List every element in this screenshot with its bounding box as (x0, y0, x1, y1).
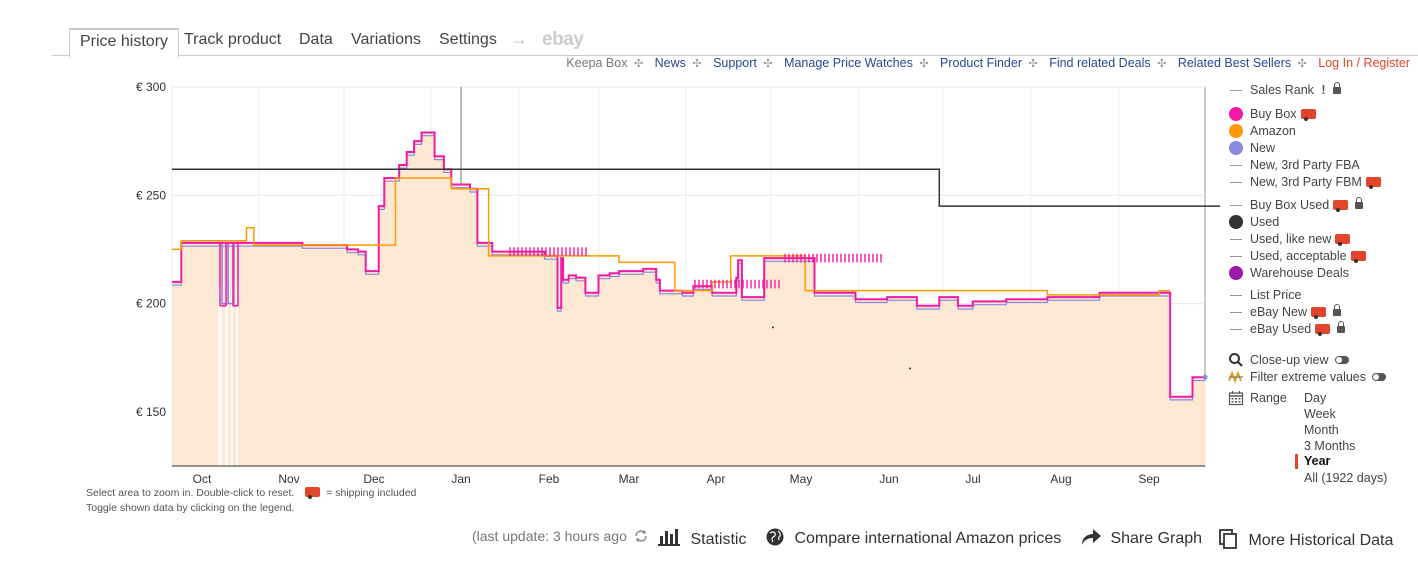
separator-icon: ✣ (1297, 58, 1307, 70)
arrow-right-icon: → (510, 29, 528, 49)
x-tick-label: Feb (539, 472, 560, 486)
copy-pages-icon (1219, 529, 1237, 549)
separator-icon: ✣ (1157, 58, 1167, 70)
more-historical-data-button[interactable]: More Historical Data (1218, 528, 1393, 550)
bar-chart-icon (658, 529, 680, 546)
lock-icon (1355, 197, 1364, 209)
range-3-months[interactable]: 3 Months (1304, 439, 1355, 453)
tab-variations[interactable]: Variations (351, 31, 421, 49)
range-week[interactable]: Week (1304, 407, 1336, 421)
shipping-truck-icon (1300, 109, 1316, 121)
shipping-truck-icon (305, 487, 321, 499)
y-tick-label: € 200 (136, 297, 166, 311)
x-tick-label: Jan (451, 472, 470, 486)
shipping-truck-icon (1350, 251, 1366, 263)
legend-hint: Toggle shown data by clicking on the leg… (86, 502, 295, 514)
sales-rank-icon: ! (1321, 83, 1326, 97)
support-link[interactable]: Support (713, 56, 757, 70)
data-gap (231, 286, 233, 466)
tab-data[interactable]: Data (299, 31, 333, 49)
range-year[interactable]: Year (1304, 454, 1330, 468)
toggle-icon (1372, 373, 1387, 381)
magnifier-icon (1228, 352, 1244, 368)
tab-price-history[interactable]: Price history (69, 28, 180, 58)
range-day[interactable]: Day (1304, 391, 1326, 405)
product-finder-link[interactable]: Product Finder (940, 56, 1022, 70)
shipping-truck-icon (1333, 200, 1349, 212)
separator-icon: ✣ (919, 58, 929, 70)
shipping-truck-icon (1365, 177, 1381, 189)
x-tick-label: Apr (707, 472, 726, 486)
shipping-truck-icon (1310, 307, 1326, 319)
x-tick-label: Nov (278, 472, 299, 486)
data-gap (218, 286, 222, 466)
price-history-chart[interactable]: Oct Nov Dec Jan Feb Mar Apr May Jun Jul Aug Sep € 30… (0, 80, 1220, 490)
share-arrow-icon (1082, 529, 1101, 545)
login-register-link[interactable]: Log In / Register (1318, 56, 1410, 70)
compare-prices-button[interactable]: Compare international Amazon prices (766, 528, 1061, 548)
tab-track-product[interactable]: Track product (184, 31, 281, 49)
x-tick-label: Aug (1050, 472, 1071, 486)
globe-icon (766, 528, 784, 546)
toggle-icon (1334, 356, 1349, 364)
lock-icon (1332, 82, 1341, 94)
lock-icon (1337, 321, 1346, 333)
shipping-truck-icon (1335, 234, 1351, 246)
separator-icon: ✣ (633, 58, 644, 70)
manage-price-watches-link[interactable]: Manage Price Watches (784, 56, 913, 70)
data-gap (225, 286, 228, 466)
calendar-icon (1228, 390, 1244, 406)
y-tick-label: € 150 (136, 405, 166, 419)
tab-bar: Price history Track product Data Variati… (52, 28, 1418, 58)
last-point-dot (1202, 374, 1208, 380)
statistic-button[interactable]: Statistic (658, 528, 746, 549)
x-tick-label: Oct (193, 472, 212, 486)
y-tick-label: € 250 (136, 188, 166, 202)
x-tick-label: Sep (1138, 472, 1160, 486)
separator-icon: ✣ (1028, 58, 1038, 70)
zoom-hint: Select area to zoom in. Double-click to … (86, 487, 417, 499)
find-related-deals-link[interactable]: Find related Deals (1049, 56, 1150, 70)
refresh-icon[interactable] (633, 529, 649, 543)
x-tick-label: Jun (879, 472, 898, 486)
range-selected-marker (1295, 454, 1298, 469)
last-update: (last update: 3 hours ago (472, 528, 649, 546)
y-tick-label: € 300 (136, 80, 166, 94)
x-tick-label: Mar (619, 472, 640, 486)
related-best-sellers-link[interactable]: Related Best Sellers (1178, 56, 1291, 70)
share-graph-button[interactable]: Share Graph (1080, 528, 1202, 548)
separator-icon: ✣ (692, 58, 702, 70)
tab-settings[interactable]: Settings (439, 31, 497, 49)
top-links: Keepa Box ✣ News ✣ Support ✣ Manage Pric… (563, 56, 1410, 70)
x-tick-label: May (790, 472, 813, 486)
x-tick-label: Dec (363, 472, 384, 486)
x-tick-label: Jul (965, 472, 980, 486)
isolated-point (909, 367, 911, 370)
data-gap (236, 286, 238, 466)
range-month[interactable]: Month (1304, 423, 1339, 437)
isolated-point (772, 326, 774, 329)
keepa-box-link[interactable]: Keepa Box (566, 56, 627, 70)
filter-wave-icon (1228, 369, 1244, 385)
news-link[interactable]: News (655, 56, 686, 70)
separator-icon: ✣ (763, 58, 773, 70)
lock-icon (1332, 304, 1341, 316)
shipping-truck-icon (1315, 324, 1331, 336)
ebay-logo[interactable]: ebay (542, 29, 584, 51)
range-all[interactable]: All (1922 days) (1304, 471, 1387, 485)
